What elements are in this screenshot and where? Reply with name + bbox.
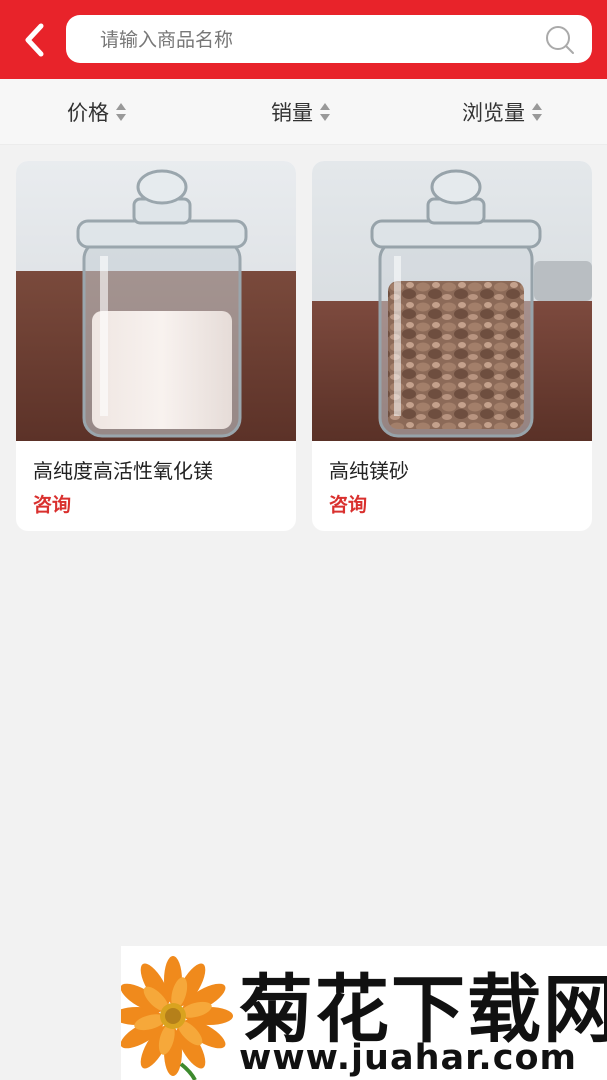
sort-arrows-icon	[115, 102, 127, 122]
chevron-left-icon	[25, 23, 44, 57]
sort-views-label: 浏览量	[462, 100, 525, 125]
product-image-powder-jar	[16, 161, 296, 441]
sort-price-label: 价格	[67, 100, 109, 125]
sort-sales-label: 销量	[271, 100, 313, 125]
search-box[interactable]	[66, 15, 592, 65]
sort-arrows-icon	[531, 102, 543, 122]
watermark-url: www.juahar.com	[239, 1038, 577, 1078]
product-price: 咨询	[329, 494, 368, 516]
product-card[interactable]: 高纯镁砂 咨询	[312, 161, 592, 531]
product-image-granule-jar	[312, 161, 592, 441]
product-title: 高纯度高活性氧化镁	[33, 459, 213, 483]
back-button[interactable]	[14, 20, 54, 60]
flower-logo-icon	[121, 956, 233, 1080]
sort-views[interactable]: 浏览量	[462, 79, 543, 144]
search-input[interactable]	[98, 15, 532, 65]
sort-price[interactable]: 价格	[67, 79, 127, 144]
watermark-banner: 菊花下载网 www.juahar.com	[121, 946, 607, 1080]
product-price: 咨询	[33, 494, 72, 516]
sort-sales[interactable]: 销量	[271, 79, 331, 144]
product-card[interactable]: 高纯度高活性氧化镁 咨询	[16, 161, 296, 531]
header-bar	[0, 0, 607, 79]
sort-arrows-icon	[319, 102, 331, 122]
sort-bar: 价格 销量 浏览量	[0, 79, 607, 145]
product-title: 高纯镁砂	[329, 459, 409, 483]
search-icon[interactable]	[544, 24, 576, 56]
